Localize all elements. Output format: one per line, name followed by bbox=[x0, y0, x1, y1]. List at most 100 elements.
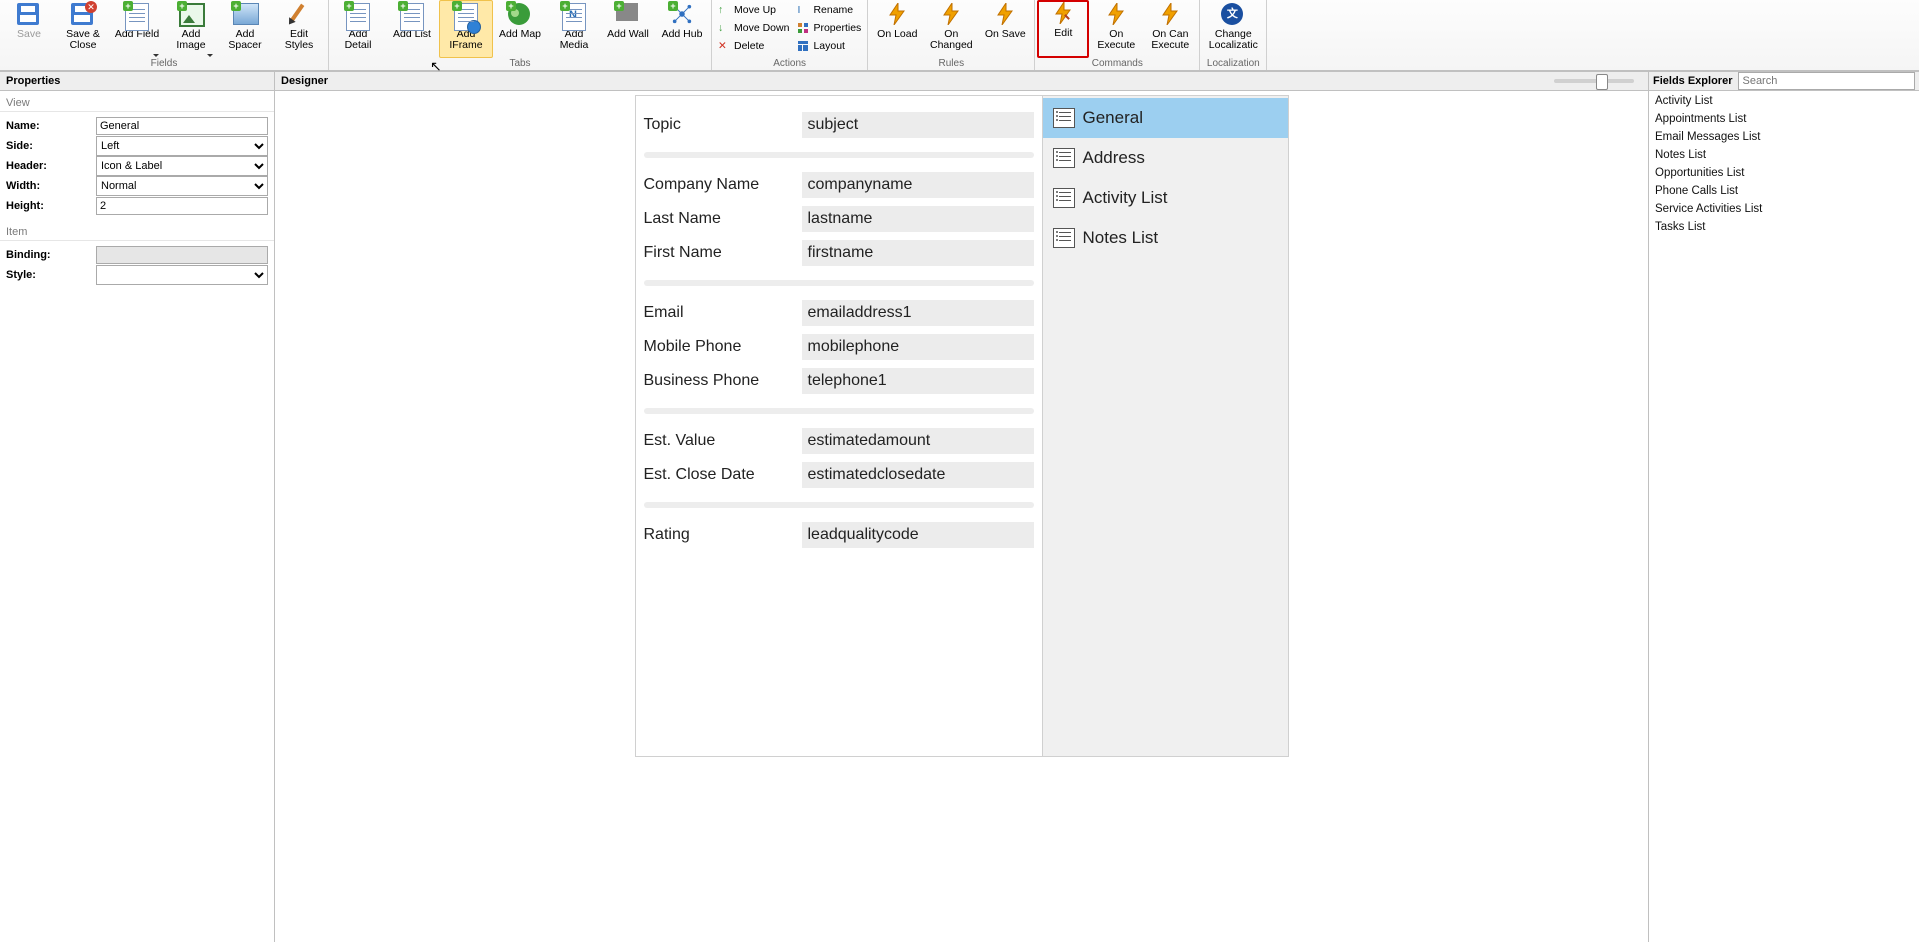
prop-header-select[interactable]: Icon & Label bbox=[96, 156, 268, 176]
bolt-icon bbox=[885, 3, 909, 27]
move-up-button[interactable]: ↑Move Up bbox=[718, 2, 789, 18]
explorer-item[interactable]: Service Activities List bbox=[1655, 203, 1913, 215]
designer-canvas: Topicsubject Company Name companyname Last … bbox=[275, 91, 1648, 942]
prop-label-side: Side: bbox=[6, 140, 92, 152]
ribbon-group-label: Fields bbox=[2, 58, 326, 70]
pencil-icon bbox=[290, 4, 305, 23]
explorer-title: Fields Explorer bbox=[1653, 75, 1732, 87]
on-can-execute-button[interactable]: On Can Execute bbox=[1143, 0, 1197, 58]
add-image-button[interactable]: + Add Image bbox=[164, 0, 218, 58]
ribbon-group-label: Actions bbox=[714, 58, 865, 70]
layout-button[interactable]: Layout bbox=[797, 38, 861, 54]
field-row[interactable]: Business Phonetelephone1 bbox=[644, 364, 1034, 398]
add-field-button[interactable]: + Add Field bbox=[110, 0, 164, 58]
field-label: Est. Close Date bbox=[644, 466, 794, 484]
chevron-down-icon bbox=[153, 54, 159, 57]
add-spacer-button[interactable]: + Add Spacer bbox=[218, 0, 272, 58]
ribbon-group-label: Commands bbox=[1037, 58, 1197, 70]
field-label: Business Phone bbox=[644, 372, 794, 390]
prop-label-width: Width: bbox=[6, 180, 92, 192]
add-list-button[interactable]: + Add List bbox=[385, 0, 439, 58]
prop-style-select[interactable] bbox=[96, 265, 268, 285]
hub-icon: + bbox=[670, 3, 694, 27]
explorer-search-input[interactable] bbox=[1738, 72, 1915, 90]
tabs-column: General Address Activity ListNotes List bbox=[1042, 96, 1288, 756]
on-execute-button[interactable]: On Execute bbox=[1089, 0, 1143, 58]
save-close-button[interactable]: ✕ Save & Close bbox=[56, 0, 110, 58]
add-iframe-button[interactable]: + Add IFrame bbox=[439, 0, 493, 58]
tab-icon bbox=[1053, 188, 1075, 208]
field-label: Company Name bbox=[644, 176, 794, 194]
explorer-item[interactable]: Opportunities List bbox=[1655, 167, 1913, 179]
on-changed-button[interactable]: On Changed bbox=[924, 0, 978, 58]
field-row[interactable]: Ratingleadqualitycode bbox=[644, 518, 1034, 552]
explorer-item[interactable]: Activity List bbox=[1655, 95, 1913, 107]
prop-binding-input bbox=[96, 246, 268, 264]
change-localization-button[interactable]: 文 Change Localizatic bbox=[1202, 0, 1264, 58]
field-row[interactable]: Emailemailaddress1 bbox=[644, 296, 1034, 330]
add-hub-button[interactable]: + Add Hub bbox=[655, 0, 709, 58]
field-binding: emailaddress1 bbox=[802, 300, 1034, 326]
edit-styles-button[interactable]: Edit Styles bbox=[272, 0, 326, 58]
chevron-down-icon bbox=[207, 54, 213, 57]
prop-side-select[interactable]: Left bbox=[96, 136, 268, 156]
prop-label-header: Header: bbox=[6, 160, 92, 172]
properties-button[interactable]: Properties bbox=[797, 20, 861, 36]
rename-icon: I bbox=[797, 4, 809, 16]
explorer-item[interactable]: Phone Calls List bbox=[1655, 185, 1913, 197]
slider-thumb[interactable] bbox=[1596, 74, 1608, 90]
bolt-icon bbox=[1051, 2, 1075, 26]
field-binding: estimatedclosedate bbox=[802, 462, 1034, 488]
bolt-icon bbox=[1158, 3, 1182, 27]
move-down-button[interactable]: ↓Move Down bbox=[718, 20, 789, 36]
explorer-item[interactable]: Appointments List bbox=[1655, 113, 1913, 125]
field-binding: mobilephone bbox=[802, 334, 1034, 360]
tab-item[interactable]: General bbox=[1043, 98, 1288, 138]
explorer-item[interactable]: Email Messages List bbox=[1655, 131, 1913, 143]
zoom-slider[interactable] bbox=[1554, 79, 1642, 83]
tab-item[interactable]: Activity List bbox=[1043, 178, 1288, 218]
field-row[interactable]: First Namefirstname bbox=[644, 236, 1034, 270]
explorer-item[interactable]: Tasks List bbox=[1655, 221, 1913, 233]
save-button[interactable]: Save bbox=[2, 0, 56, 58]
properties-section-item: Item bbox=[0, 220, 274, 241]
field-row[interactable]: Est. Close Date estimatedclosedate bbox=[644, 458, 1034, 492]
explorer-header: Fields Explorer bbox=[1649, 71, 1919, 91]
field-binding: companyname bbox=[802, 172, 1034, 198]
field-row[interactable]: Est. Valueestimatedamount bbox=[644, 424, 1034, 458]
field-row[interactable]: Last Namelastname bbox=[644, 202, 1034, 236]
on-load-button[interactable]: On Load bbox=[870, 0, 924, 58]
field-label: Last Name bbox=[644, 210, 794, 228]
prop-width-select[interactable]: Normal bbox=[96, 176, 268, 196]
add-wall-button[interactable]: + Add Wall bbox=[601, 0, 655, 58]
tab-item[interactable]: Notes List bbox=[1043, 218, 1288, 258]
field-row[interactable]: Topicsubject bbox=[644, 108, 1034, 142]
arrow-up-icon: ↑ bbox=[718, 4, 730, 16]
tab-label: Address bbox=[1083, 148, 1145, 168]
on-save-button[interactable]: On Save bbox=[978, 0, 1032, 58]
layout-icon bbox=[797, 40, 809, 52]
rename-button[interactable]: IRename bbox=[797, 2, 861, 18]
field-label: Mobile Phone bbox=[644, 338, 794, 356]
explorer-item[interactable]: Notes List bbox=[1655, 149, 1913, 161]
field-label: Est. Value bbox=[644, 432, 794, 450]
prop-height-input[interactable] bbox=[96, 197, 268, 215]
slider-track bbox=[1554, 79, 1634, 83]
tab-item[interactable]: Address bbox=[1043, 138, 1288, 178]
edit-command-button[interactable]: Edit bbox=[1037, 0, 1089, 58]
ribbon-group-label: Tabs bbox=[331, 58, 709, 70]
field-group-spacer bbox=[644, 152, 1034, 158]
prop-name-input[interactable] bbox=[96, 117, 268, 135]
tab-icon bbox=[1053, 228, 1075, 248]
ribbon-group-tabs: + Add Detail + Add List + Add IFrame + A… bbox=[329, 0, 712, 70]
add-detail-button[interactable]: + Add Detail bbox=[331, 0, 385, 58]
plus-icon: + bbox=[668, 1, 678, 11]
add-media-button[interactable]: N+ Add Media bbox=[547, 0, 601, 58]
prop-label-binding: Binding: bbox=[6, 249, 92, 261]
add-map-button[interactable]: + Add Map bbox=[493, 0, 547, 58]
delete-button[interactable]: ✕Delete bbox=[718, 38, 789, 54]
field-binding: subject bbox=[802, 112, 1034, 138]
field-row[interactable]: Company Name companyname bbox=[644, 168, 1034, 202]
field-row[interactable]: Mobile Phone mobilephone bbox=[644, 330, 1034, 364]
form-area: Topicsubject Company Name companyname Last … bbox=[635, 95, 1289, 757]
